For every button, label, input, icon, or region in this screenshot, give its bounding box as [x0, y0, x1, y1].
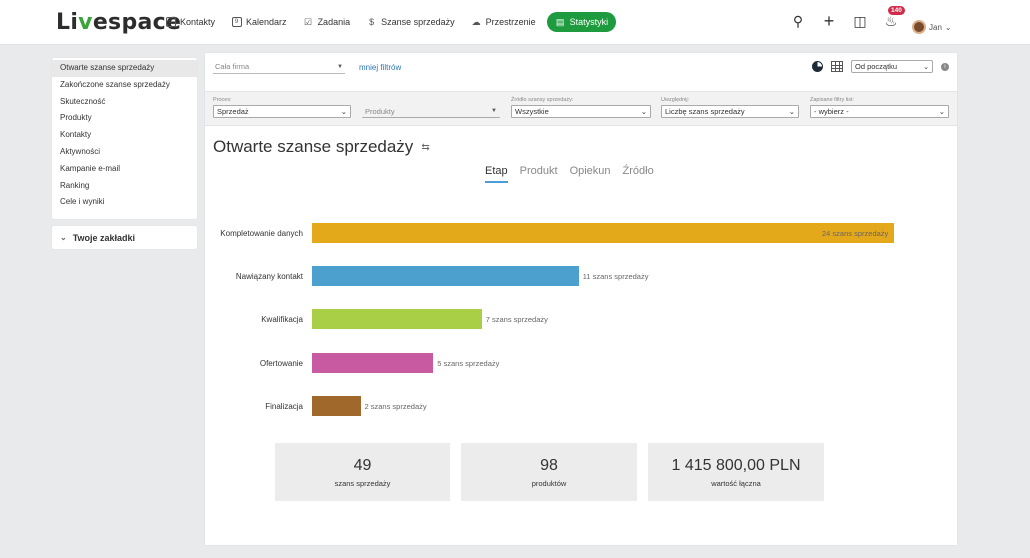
refresh-icon[interactable]: ⇆ [421, 142, 429, 153]
less-filters-link[interactable]: mniej filtrów [359, 63, 401, 72]
bar-value-label: 2 szans sprzedaży [364, 401, 427, 411]
statistics-sidebar: Otwarte szanse sprzedaży Zakończone szan… [52, 58, 197, 219]
stat-total-value: 1 415 800,00 PLN wartość łączna [648, 443, 824, 501]
bookmarks-panel[interactable]: ⌄ Twoje zakładki [52, 226, 197, 249]
contacts-icon: ☺ [165, 17, 176, 27]
info-icon[interactable]: i [941, 62, 949, 71]
notifications-icon[interactable]: ♨ 140 [882, 6, 905, 30]
stat-products: 98 produktów [461, 443, 637, 501]
bar-value-label: 11 szans sprzedaży [582, 272, 649, 282]
bar[interactable] [312, 395, 361, 416]
chevron-down-icon: ⌄ [340, 107, 347, 116]
chevron-down-icon: ⌄ [640, 107, 647, 116]
sidebar-item-skutecznosc[interactable]: Skuteczność [52, 94, 197, 111]
chat-icon[interactable]: ◫ [851, 12, 869, 30]
nav-item-statystyki[interactable]: ▤ Statystyki [546, 12, 617, 32]
calendar-icon: 9 [231, 17, 242, 28]
notifications-badge: 140 [888, 6, 905, 15]
source-select[interactable]: Wszystkie ⌄ [511, 105, 651, 118]
chevron-down-icon: ⌄ [923, 63, 929, 71]
chevron-down-icon: ⌄ [788, 107, 795, 116]
include-select[interactable]: Liczbę szans sprzedaży ⌄ [661, 105, 799, 118]
bar[interactable] [312, 352, 434, 373]
cloud-icon: ☁ [471, 16, 481, 27]
bar-category-label: Kwalifikacja [261, 315, 303, 325]
company-select[interactable]: Cała firma ▼ [213, 60, 345, 74]
nav-item-kalendarz[interactable]: 9 Kalendarz [226, 12, 292, 32]
table-view-icon[interactable] [831, 61, 843, 72]
sidebar-item-kampanie-email[interactable]: Kampanie e-mail [52, 161, 197, 178]
filter-row: Cała firma ▼ mniej filtrów [213, 60, 401, 74]
dollar-icon: $ [369, 17, 375, 27]
sidebar-item-cele-i-wyniki[interactable]: Cele i wyniki [52, 194, 197, 211]
process-filter: Proces: Sprzedaż ⌄ [213, 97, 351, 118]
bar-value-label: 5 szans sprzedaży [437, 358, 500, 368]
tab-produkt[interactable]: Produkt [520, 165, 558, 183]
nav-item-zadania[interactable]: ☑ Zadania [298, 12, 356, 32]
saved-filters: Zapisane filtry list: - wybierz - ⌄ [810, 97, 949, 118]
page-title: Otwarte szanse sprzedaży ⇆ [213, 137, 430, 156]
avatar [912, 20, 926, 34]
search-icon[interactable]: ⚲ [789, 12, 807, 30]
view-tools: Od początku ⌄ i [812, 60, 949, 73]
bar[interactable] [312, 309, 482, 330]
period-select[interactable]: Od początku ⌄ [851, 60, 933, 73]
header-tools: ⚲ + ◫ ♨ 140 [789, 6, 905, 31]
caret-down-icon: ▼ [491, 108, 497, 114]
main-panel: Cała firma ▼ mniej filtrów Od początku ⌄ i… [205, 53, 957, 545]
bar[interactable] [312, 266, 579, 287]
chevron-down-icon: ⌄ [944, 22, 952, 32]
source-filter: Źródło szansy sprzedaży: Wszystkie ⌄ [511, 97, 651, 118]
bar-category-label: Finalizacja [265, 401, 303, 411]
chevron-down-icon: ⌄ [938, 107, 945, 116]
tab-zrodlo[interactable]: Źródło [623, 165, 654, 183]
nav-item-przestrzenie[interactable]: ☁ Przestrzenie [466, 12, 541, 32]
nav-item-kontakty[interactable]: ☺ Kontakty [160, 12, 220, 32]
sidebar-item-otwarte-szanse[interactable]: Otwarte szanse sprzedaży [52, 60, 197, 77]
process-select[interactable]: Sprzedaż ⌄ [213, 105, 351, 118]
bookmarks-label: Twoje zakładki [72, 232, 136, 243]
main-nav: ☺ Kontakty 9 Kalendarz ☑ Zadania $ Szans… [160, 12, 617, 32]
sidebar-item-ranking[interactable]: Ranking [52, 178, 197, 195]
user-menu[interactable]: Jan ⌄ [912, 20, 952, 34]
include-filter: Uwzględnij: Liczbę szans sprzedaży ⌄ [661, 97, 799, 118]
products-select[interactable]: Produkty ▼ [362, 105, 500, 118]
bar-category-label: Kompletowanie danych [220, 229, 303, 238]
pie-chart-icon[interactable] [812, 61, 823, 72]
chart-tabs: Etap Produkt Opiekun Źródło [485, 165, 654, 183]
bar-category-label: Ofertowanie [259, 358, 303, 368]
stats-icon: ▤ [555, 16, 565, 27]
caret-down-icon: ▼ [337, 63, 343, 70]
stat-opportunities: 49 szans sprzedaży [275, 443, 450, 501]
nav-item-szanse-sprzedazy[interactable]: $ Szanse sprzedaży [361, 12, 460, 32]
chevron-down-icon: ⌄ [60, 233, 67, 242]
sidebar-item-zakonczone-szanse[interactable]: Zakończone szanse sprzedaży [52, 77, 197, 94]
summary-stats: 49 szans sprzedaży 98 produktów 1 415 80… [275, 443, 824, 501]
sidebar-item-kontakty[interactable]: Kontakty [52, 127, 197, 144]
user-name: Jan [929, 22, 942, 32]
bar-value-label: 7 szans sprzedaży [485, 315, 548, 325]
bar[interactable] [312, 223, 894, 243]
tab-etap[interactable]: Etap [485, 165, 508, 183]
advanced-filters: Proces: Sprzedaż ⌄ Produkty ▼ Źródło szans… [205, 91, 957, 126]
add-icon[interactable]: + [820, 11, 838, 31]
tab-opiekun[interactable]: Opiekun [570, 165, 611, 183]
top-navigation-bar: Livespace ☺ Kontakty 9 Kalendarz ☑ Zadan… [0, 0, 1030, 45]
sidebar-item-aktywnosci[interactable]: Aktywności [52, 144, 197, 161]
products-filter: Produkty ▼ [362, 97, 500, 118]
stage-bar-chart: Kompletowanie danych 24 szans sprzedaży Na… [205, 213, 957, 428]
saved-filters-select[interactable]: - wybierz - ⌄ [810, 105, 949, 118]
bar-value-label: 24 szans sprzedaży [822, 229, 889, 238]
sidebar-item-produkty[interactable]: Produkty [52, 110, 197, 127]
tasks-icon: ☑ [304, 16, 313, 27]
bar-category-label: Nawiązany kontakt [235, 272, 303, 282]
